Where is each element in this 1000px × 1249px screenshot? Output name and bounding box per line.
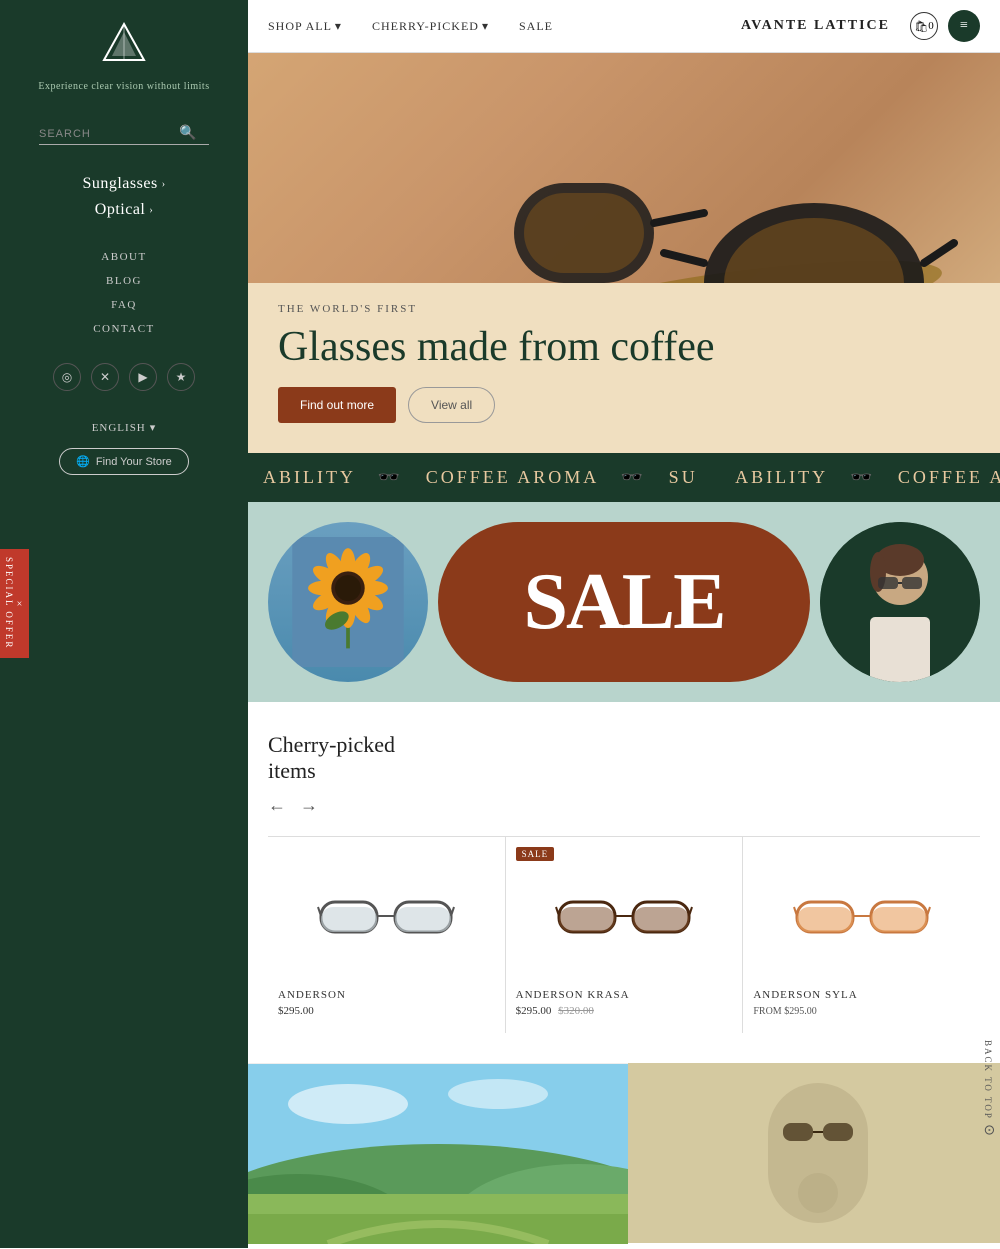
cherry-picked-header: Cherry-pickeditems ← → <box>268 732 980 816</box>
sidebar-item-sunglasses[interactable]: Sunglasses › <box>82 175 165 193</box>
product-price: FROM $295.00 <box>753 1005 970 1017</box>
cherry-picked-section: Cherry-pickeditems ← → <box>248 702 1000 1063</box>
chevron-down-icon: ▾ <box>335 19 342 34</box>
youtube-icon[interactable]: ▶ <box>129 363 157 391</box>
brand-name: AVANTE LATTICE <box>741 18 890 34</box>
cherry-picked-title: Cherry-pickeditems <box>268 732 395 785</box>
marquee-bar: ABILITY 🕶️ COFFEE AROMA 🕶️ SU ABILITY 🕶️… <box>248 453 1000 502</box>
sidebar-item-optical[interactable]: Optical › <box>82 201 165 219</box>
social-links: ◎ ✕ ▶ ★ <box>53 363 195 391</box>
sidebar-tagline: Experience clear vision without limits <box>38 81 209 92</box>
product-name: ANDERSON KRASA <box>516 989 733 1001</box>
star-icon[interactable]: ★ <box>167 363 195 391</box>
nav-shop-all[interactable]: SHOP ALL ▾ <box>268 19 342 34</box>
person-image <box>820 522 980 682</box>
prev-arrow-button[interactable]: ← <box>268 795 286 816</box>
product-card[interactable]: SALE ANDERSON KRASA $295.00 $320 <box>506 837 744 1033</box>
chevron-icon: › <box>162 179 166 190</box>
sidebar-item-faq[interactable]: FAQ <box>93 295 155 313</box>
product-name: ANDERSON SYLA <box>753 989 970 1001</box>
product-image <box>753 857 970 977</box>
cherry-arrows: ← → <box>268 795 395 816</box>
language-selector[interactable]: ENGLISH ▾ <box>92 421 157 434</box>
nav-cherry-picked[interactable]: CHERRY-PICKED ▾ <box>372 19 489 34</box>
sidebar-item-about[interactable]: ABOUT <box>93 247 155 265</box>
product-price-from: FROM $295.00 <box>753 1006 816 1017</box>
product-price: $295.00 <box>278 1005 495 1017</box>
sale-text: SALE <box>524 557 725 648</box>
product-name: ANDERSON <box>278 989 495 1001</box>
hero-section: THE WORLD'S FIRST Glasses made from coff… <box>248 53 1000 453</box>
chevron-down-icon: ▾ <box>482 19 489 34</box>
chevron-icon: › <box>149 205 153 216</box>
sale-pill: SALE <box>438 522 810 682</box>
sunflower-image <box>268 522 428 682</box>
hero-buttons: Find out more View all <box>278 387 970 423</box>
sale-banner: SALE <box>248 502 1000 702</box>
sale-badge: SALE <box>516 847 555 861</box>
product-card[interactable]: ANDERSON $295.00 <box>268 837 506 1033</box>
top-nav: SHOP ALL ▾ CHERRY-PICKED ▾ SALE AVANTE L… <box>248 0 1000 53</box>
product-image <box>278 857 495 977</box>
hamburger-button[interactable]: ≡ <box>948 10 980 42</box>
twitter-icon[interactable]: ✕ <box>91 363 119 391</box>
search-bar[interactable]: 🔍 <box>39 122 209 145</box>
cart-button[interactable]: 🛍 0 <box>910 12 938 40</box>
cherry-picked-title-area: Cherry-pickeditems ← → <box>268 732 395 816</box>
main-content: SHOP ALL ▾ CHERRY-PICKED ▾ SALE AVANTE L… <box>248 0 1000 1248</box>
main-nav: Sunglasses › Optical › <box>82 175 165 227</box>
sidebar: Experience clear vision without limits 🔍… <box>0 0 248 1248</box>
up-arrow-icon: ⊙ <box>981 1124 996 1138</box>
back-to-top[interactable]: BACK TO TOP ⊙ <box>976 1030 1000 1148</box>
search-input[interactable] <box>39 122 179 144</box>
product-price-old: $320.00 <box>558 1005 594 1017</box>
find-store-button[interactable]: 🌐 Find Your Store <box>59 448 189 475</box>
special-offer-tab[interactable]: SPECIAL OFFER × <box>0 549 29 657</box>
hamburger-icon: ≡ <box>960 18 968 34</box>
product-image <box>516 857 733 977</box>
cart-icon: 🛍 <box>914 20 928 33</box>
nav-sale[interactable]: SALE <box>519 19 553 34</box>
chevron-down-icon: ▾ <box>150 421 157 434</box>
hero-title: Glasses made from coffee <box>278 323 970 371</box>
product-price: $295.00 $320.00 <box>516 1005 733 1017</box>
find-out-more-button[interactable]: Find out more <box>278 387 396 423</box>
landscape-image <box>248 1064 628 1243</box>
sidebar-item-contact[interactable]: CONTACT <box>93 319 155 337</box>
globe-icon: 🌐 <box>76 455 90 468</box>
view-all-button[interactable]: View all <box>408 387 495 423</box>
search-icon: 🔍 <box>179 125 196 142</box>
instagram-icon[interactable]: ◎ <box>53 363 81 391</box>
hero-content: THE WORLD'S FIRST Glasses made from coff… <box>248 283 1000 453</box>
secondary-nav: ABOUT BLOG FAQ CONTACT <box>93 247 155 343</box>
next-arrow-button[interactable]: → <box>300 795 318 816</box>
marquee-content: ABILITY 🕶️ COFFEE AROMA 🕶️ SU ABILITY 🕶️… <box>248 467 1000 488</box>
bottom-sections <box>248 1063 1000 1243</box>
hero-subtitle: THE WORLD'S FIRST <box>278 303 970 315</box>
products-grid: ANDERSON $295.00 SALE A <box>268 836 980 1033</box>
sidebar-item-blog[interactable]: BLOG <box>93 271 155 289</box>
product-still-image <box>628 1064 1000 1243</box>
product-card[interactable]: ANDERSON SYLA FROM $295.00 <box>743 837 980 1033</box>
top-nav-links: SHOP ALL ▾ CHERRY-PICKED ▾ SALE <box>268 19 741 34</box>
brand-logo <box>100 20 148 73</box>
special-offer-close-button[interactable]: × <box>14 599 25 612</box>
